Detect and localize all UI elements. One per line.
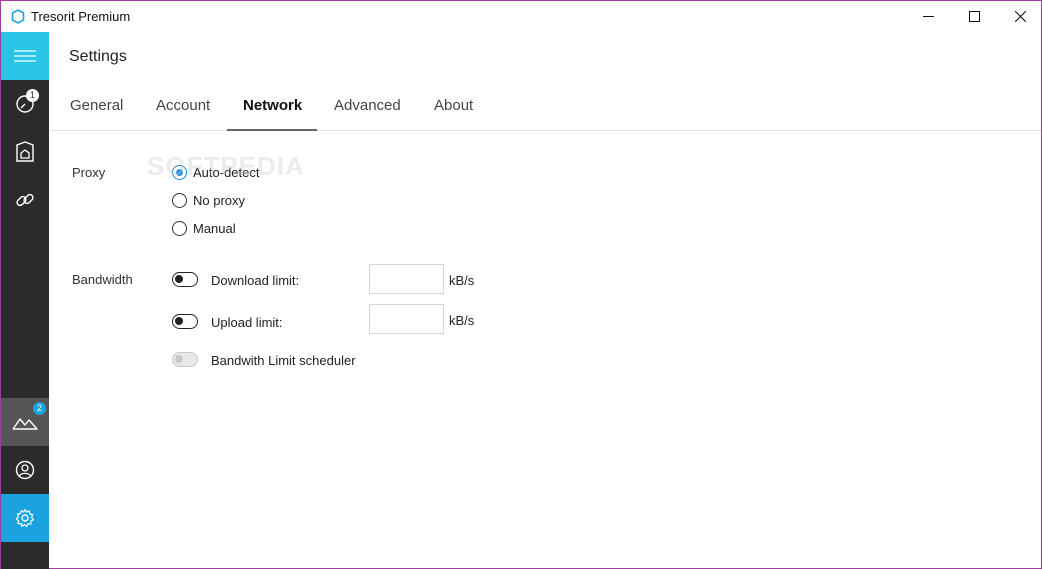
activity-badge: 1 [26, 89, 39, 102]
limit-scheduler-toggle[interactable] [172, 352, 198, 367]
app-window: Tresorit Premium 1 2 Settings General Ac… [0, 0, 1042, 569]
proxy-option-auto-detect[interactable]: Auto-detect [172, 163, 260, 181]
sidebar-item-links[interactable] [1, 176, 49, 224]
tab-about[interactable]: About [434, 97, 473, 114]
download-limit-input[interactable] [369, 264, 444, 294]
proxy-option-no-proxy[interactable]: No proxy [172, 191, 245, 209]
download-limit-toggle[interactable] [172, 272, 198, 287]
mountains-icon [12, 418, 38, 430]
sidebar: 1 2 [1, 32, 49, 569]
upload-limit-input[interactable] [369, 304, 444, 334]
download-limit-unit: kB/s [449, 273, 475, 288]
settings-tabs: General Account Network Advanced About [50, 81, 1041, 131]
tab-general[interactable]: General [70, 97, 123, 114]
minimize-button[interactable] [905, 1, 951, 32]
radio-label: No proxy [193, 192, 246, 208]
close-button[interactable] [997, 1, 1042, 32]
proxy-section-label: Proxy [72, 165, 106, 180]
limit-scheduler-label: Bandwith Limit scheduler [211, 353, 356, 368]
sidebar-item-settings[interactable] [1, 494, 49, 542]
sidebar-item-tresors[interactable] [1, 128, 49, 176]
radio-label: Manual [193, 220, 236, 236]
tab-account[interactable]: Account [156, 97, 210, 114]
sidebar-item-activity[interactable]: 1 [1, 80, 49, 128]
close-icon [1014, 11, 1026, 22]
gear-icon [15, 508, 35, 528]
tab-network[interactable]: Network [243, 97, 302, 114]
link-icon [16, 193, 34, 207]
tresorit-logo-icon [11, 9, 25, 24]
radio-label: Auto-detect [193, 164, 260, 180]
maximize-button[interactable] [951, 1, 997, 32]
proxy-option-manual[interactable]: Manual [172, 219, 236, 237]
maximize-icon [968, 11, 980, 22]
radio-button[interactable] [172, 192, 187, 208]
radio-button[interactable] [172, 164, 187, 180]
upload-limit-label: Upload limit: [211, 315, 283, 330]
hamburger-menu-icon [14, 50, 36, 62]
upload-limit-toggle[interactable] [172, 314, 198, 329]
tab-advanced[interactable]: Advanced [334, 97, 401, 114]
sidebar-item-account[interactable] [1, 446, 49, 494]
tresor-box-icon [16, 141, 34, 162]
user-icon [15, 460, 35, 480]
radio-button[interactable] [172, 220, 187, 236]
minimize-icon [922, 16, 934, 17]
photos-badge: 2 [33, 402, 46, 415]
download-limit-label: Download limit: [211, 273, 300, 288]
title-bar: Tresorit Premium [1, 1, 1041, 32]
sidebar-menu-button[interactable] [1, 32, 49, 80]
bandwidth-section-label: Bandwidth [72, 272, 133, 287]
active-tab-indicator [227, 129, 317, 131]
sidebar-item-photos[interactable]: 2 [1, 398, 49, 446]
upload-limit-unit: kB/s [449, 313, 475, 328]
page-title: Settings [69, 48, 127, 65]
window-title: Tresorit Premium [31, 9, 131, 24]
